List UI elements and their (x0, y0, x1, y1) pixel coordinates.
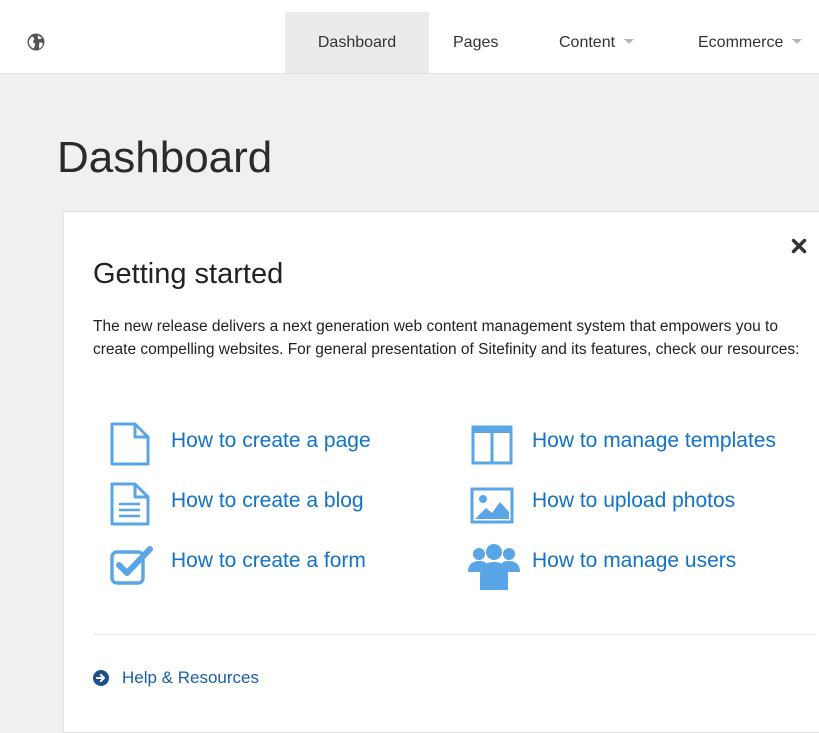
arrow-circle-right-icon[interactable] (93, 670, 109, 686)
resource-link-create-page[interactable]: How to create a page (171, 427, 371, 455)
close-icon[interactable] (789, 236, 809, 256)
intro-text: The new release delivers a next generati… (93, 318, 800, 358)
users-icon (468, 544, 520, 590)
card-divider (93, 634, 815, 635)
resource-link-create-blog[interactable]: How to create a blog (171, 487, 364, 515)
resource-link-create-form[interactable]: How to create a form (171, 547, 366, 575)
form-icon (110, 546, 153, 585)
nav-tab-ecommerce[interactable]: Ecommerce (698, 12, 803, 73)
card-title: Getting started (93, 258, 284, 290)
page-icon (110, 422, 150, 466)
nav-tab-pages[interactable]: Pages (453, 12, 498, 73)
chevron-down-icon (792, 39, 803, 45)
nav-tab-content[interactable]: Content (559, 12, 635, 73)
page-title: Dashboard (57, 133, 273, 182)
resource-link-upload-photos[interactable]: How to upload photos (532, 487, 735, 515)
nav-tab-label: Pages (453, 34, 499, 51)
help-resources-link[interactable]: Help & Resources (122, 667, 259, 689)
templates-icon (471, 425, 513, 465)
nav-tab-dashboard[interactable]: Dashboard (285, 12, 429, 73)
photos-icon (470, 487, 514, 524)
nav-tab-label: Ecommerce (698, 34, 784, 51)
top-nav-bar: Dashboard Pages Content Ecommerce (0, 0, 819, 74)
nav-tab-label: Content (559, 34, 616, 51)
blog-icon (110, 482, 150, 526)
nav-tab-label: Dashboard (317, 34, 397, 51)
resource-link-manage-users[interactable]: How to manage users (532, 547, 736, 575)
chevron-down-icon (624, 39, 635, 45)
globe-icon[interactable] (27, 33, 45, 51)
resource-link-manage-templates[interactable]: How to manage templates (532, 427, 776, 455)
